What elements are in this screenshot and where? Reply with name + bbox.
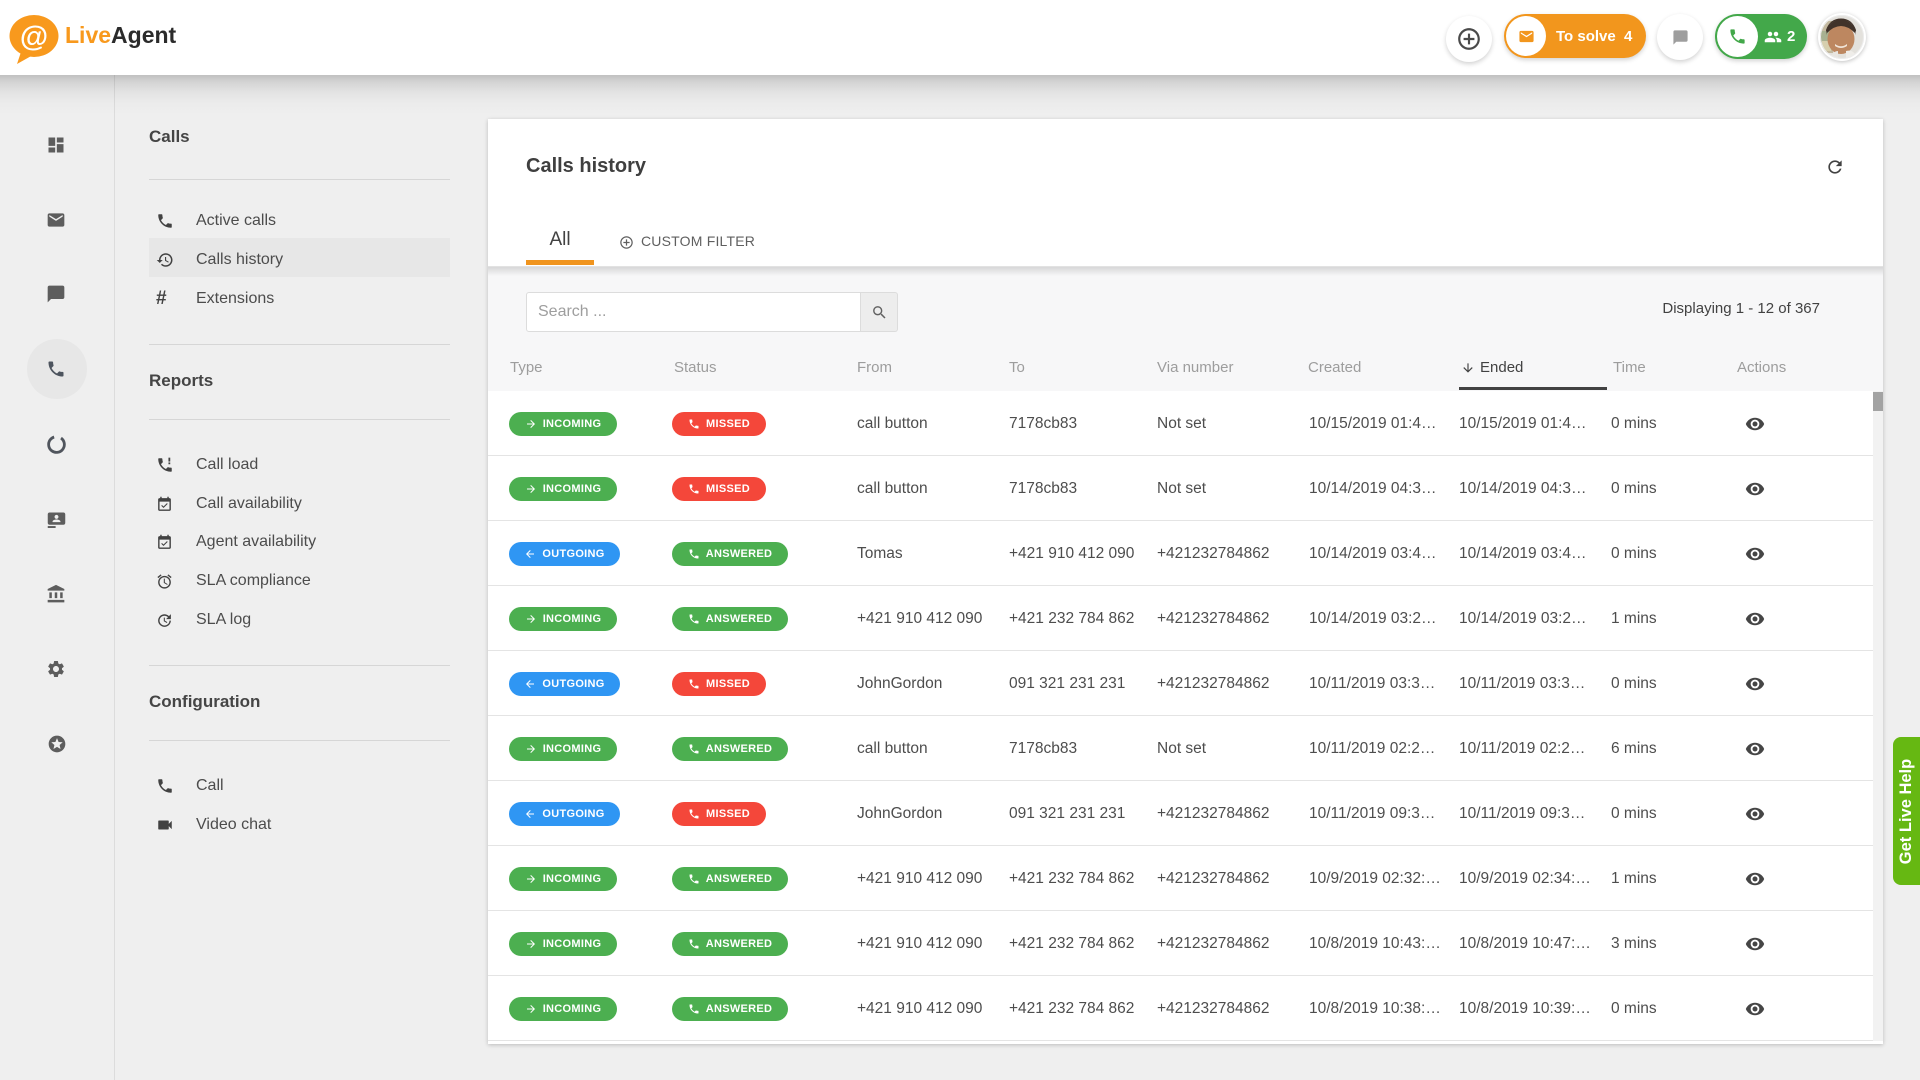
svg-text:LiveAgent: LiveAgent bbox=[65, 22, 177, 48]
svg-text:@: @ bbox=[20, 21, 48, 53]
